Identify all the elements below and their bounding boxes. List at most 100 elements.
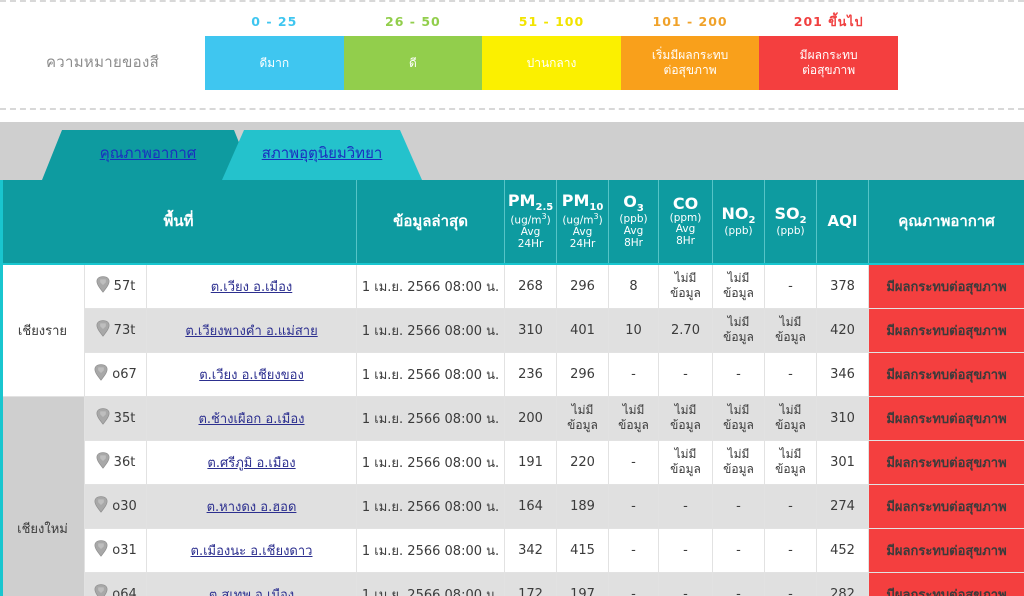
- station-link[interactable]: ต.เมืองนะ อ.เชียงดาว: [191, 544, 313, 559]
- legend-swatch: ดี: [344, 36, 483, 90]
- timestamp-cell: 1 เม.ย. 2566 08:00 น.: [357, 352, 505, 396]
- left-accent-bar: [0, 180, 3, 596]
- co-cell: -: [659, 572, 713, 596]
- header-pm10-unit: (ug/m3): [559, 213, 606, 227]
- station-name-cell: ต.เวียง อ.เมือง: [147, 264, 357, 308]
- legend-segment: 0 - 25ดีมาก: [205, 14, 344, 90]
- station-code-cell: 35t: [85, 396, 147, 440]
- tab-air-quality[interactable]: คุณภาพอากาศ: [42, 130, 254, 180]
- header-co-name: CO: [673, 194, 698, 213]
- station-code-label: o64: [112, 587, 137, 596]
- co-cell: 2.70: [659, 308, 713, 352]
- so2-cell: -: [765, 572, 817, 596]
- legend-swatch-label: ปานกลาง: [527, 56, 577, 71]
- timestamp-cell: 1 เม.ย. 2566 08:00 น.: [357, 308, 505, 352]
- map-pin-icon: [96, 408, 110, 429]
- pm10-cell: 415: [557, 528, 609, 572]
- legend-segment: 26 - 50ดี: [344, 14, 483, 90]
- header-so2-unit: (ppb): [767, 226, 814, 238]
- station-code-label: 36t: [114, 455, 136, 470]
- table-header-row: พื้นที่ ข้อมูลล่าสุด PM2.5 (ug/m3) Avg 2…: [1, 180, 1024, 264]
- header-co-period: 8Hr: [661, 236, 710, 248]
- station-code-label: 35t: [114, 411, 136, 426]
- so2-cell: -: [765, 352, 817, 396]
- header-latest-data: ข้อมูลล่าสุด: [357, 180, 505, 264]
- o3-cell: 8: [609, 264, 659, 308]
- timestamp-cell: 1 เม.ย. 2566 08:00 น.: [357, 396, 505, 440]
- station-code-cell: o67: [85, 352, 147, 396]
- pm10-cell: 401: [557, 308, 609, 352]
- legend-title: ความหมายของสี: [0, 36, 205, 74]
- no2-cell: ไม่มีข้อมูล: [713, 264, 765, 308]
- no2-cell: -: [713, 484, 765, 528]
- legend-range-label: 51 - 100: [482, 14, 621, 36]
- tab-meteorology-label: สภาพอุตุนิยมวิทยา: [262, 141, 383, 169]
- header-aqi: AQI: [817, 180, 869, 264]
- table-row: 36t ต.ศรีภูมิ อ.เมือง 1 เม.ย. 2566 08:00 น…: [1, 440, 1024, 484]
- station-link[interactable]: ต.สุเทพ อ.เมือง: [209, 588, 294, 596]
- station-code-label: 73t: [114, 323, 136, 338]
- legend-swatch: ปานกลาง: [482, 36, 621, 90]
- header-area: พื้นที่: [1, 180, 357, 264]
- aqi-cell: 420: [817, 308, 869, 352]
- co-cell: -: [659, 484, 713, 528]
- station-link[interactable]: ต.ศรีภูมิ อ.เมือง: [207, 456, 295, 471]
- so2-cell: ไม่มีข้อมูล: [765, 308, 817, 352]
- station-link[interactable]: ต.ช้างเผือก อ.เมือง: [198, 412, 304, 427]
- pm10-cell: 220: [557, 440, 609, 484]
- header-no2: NO2 (ppb): [713, 180, 765, 264]
- station-name-cell: ต.เวียง อ.เชียงของ: [147, 352, 357, 396]
- air-quality-status-cell: มีผลกระทบต่อสุขภาพ: [869, 264, 1024, 308]
- air-quality-status-cell: มีผลกระทบต่อสุขภาพ: [869, 352, 1024, 396]
- table-body: เชียงราย 57t ต.เวียง อ.เมือง 1 เม.ย. 2566 0…: [1, 264, 1024, 596]
- aqi-cell: 378: [817, 264, 869, 308]
- station-name-cell: ต.สุเทพ อ.เมือง: [147, 572, 357, 596]
- legend-segment: 51 - 100 ปานกลาง: [482, 14, 621, 90]
- header-pm10-period: 24Hr: [559, 239, 606, 251]
- no2-cell: ไม่มีข้อมูล: [713, 396, 765, 440]
- color-legend-panel: ความหมายของสี 0 - 25ดีมาก26 - 50ดี51 - 1…: [0, 0, 1024, 110]
- table-row: 73t ต.เวียงพางคำ อ.แม่สาย 1 เม.ย. 2566 08:…: [1, 308, 1024, 352]
- air-quality-status-cell: มีผลกระทบต่อสุขภาพ: [869, 484, 1024, 528]
- header-pm25-unit: (ug/m3): [507, 213, 554, 227]
- station-link[interactable]: ต.เวียงพางคำ อ.แม่สาย: [185, 324, 317, 339]
- co-cell: ไม่มีข้อมูล: [659, 396, 713, 440]
- timestamp-cell: 1 เม.ย. 2566 08:00 น.: [357, 440, 505, 484]
- station-link[interactable]: ต.หางดง อ.ฮอด: [207, 500, 297, 515]
- air-quality-table: พื้นที่ ข้อมูลล่าสุด PM2.5 (ug/m3) Avg 2…: [0, 180, 1024, 596]
- station-code-label: 57t: [114, 279, 136, 294]
- station-code-cell: 73t: [85, 308, 147, 352]
- legend-swatch: เริ่มมีผลกระทบต่อสุขภาพ: [621, 36, 760, 90]
- station-link[interactable]: ต.เวียง อ.เชียงของ: [199, 368, 304, 383]
- legend-swatch-label: ดี: [409, 56, 417, 71]
- aqi-cell: 301: [817, 440, 869, 484]
- table-row: o30ต.หางดง อ.ฮอด1 เม.ย. 2566 08:00 น.164…: [1, 484, 1024, 528]
- timestamp-cell: 1 เม.ย. 2566 08:00 น.: [357, 264, 505, 308]
- map-pin-icon: [94, 540, 108, 561]
- table-row: เชียงใหม่35tต.ช้างเผือก อ.เมือง1 เม.ย. 2…: [1, 396, 1024, 440]
- no2-cell: ไม่มีข้อมูล: [713, 308, 765, 352]
- no2-cell: -: [713, 528, 765, 572]
- aqi-cell: 310: [817, 396, 869, 440]
- pm25-cell: 172: [505, 572, 557, 596]
- pm10-cell: 197: [557, 572, 609, 596]
- tab-air-quality-label: คุณภาพอากาศ: [100, 141, 197, 169]
- so2-cell: ไม่มีข้อมูล: [765, 396, 817, 440]
- station-link[interactable]: ต.เวียง อ.เมือง: [211, 280, 293, 295]
- pm25-cell: 164: [505, 484, 557, 528]
- legend-swatch-label: ดีมาก: [259, 56, 289, 71]
- header-o3-name: O3: [623, 192, 644, 211]
- timestamp-cell: 1 เม.ย. 2566 08:00 น.: [357, 528, 505, 572]
- co-cell: ไม่มีข้อมูล: [659, 264, 713, 308]
- legend-bar: 0 - 25ดีมาก26 - 50ดี51 - 100ปานกลาง101 -…: [205, 2, 1024, 108]
- tab-meteorology[interactable]: สภาพอุตุนิยมวิทยา: [222, 130, 422, 180]
- map-pin-icon: [94, 496, 108, 517]
- so2-cell: -: [765, 484, 817, 528]
- pm10-cell: 189: [557, 484, 609, 528]
- so2-cell: ไม่มีข้อมูล: [765, 440, 817, 484]
- pm25-cell: 191: [505, 440, 557, 484]
- legend-swatch: มีผลกระทบต่อสุขภาพ: [759, 36, 898, 90]
- province-cell: เชียงราย: [1, 264, 85, 396]
- pm10-cell: ไม่มีข้อมูล: [557, 396, 609, 440]
- tab-strip: คุณภาพอากาศ สภาพอุตุนิยมวิทยา: [0, 122, 1024, 180]
